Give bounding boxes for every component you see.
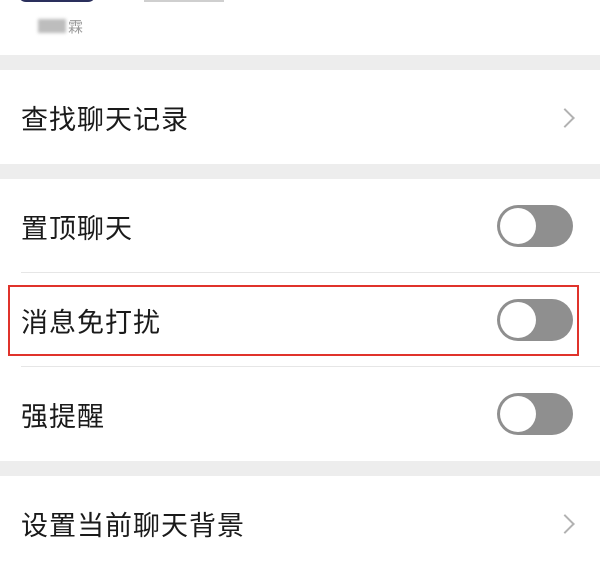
sticky-on-top-label: 置顶聊天 bbox=[21, 213, 133, 245]
member-name: 霖 bbox=[38, 14, 83, 38]
strong-reminder-label: 强提醒 bbox=[21, 401, 105, 433]
member-avatar[interactable] bbox=[18, 0, 96, 2]
sticky-on-top-row: 置顶聊天 bbox=[0, 179, 600, 273]
mute-notifications-toggle[interactable] bbox=[497, 299, 573, 341]
sticky-on-top-toggle[interactable] bbox=[497, 205, 573, 247]
search-group: 查找聊天记录 bbox=[0, 70, 600, 164]
background-group: 设置当前聊天背景 bbox=[0, 476, 600, 570]
toggle-knob bbox=[500, 396, 536, 432]
set-chat-background-label: 设置当前聊天背景 bbox=[21, 510, 245, 542]
toggles-group: 置顶聊天 消息免打扰 强提醒 bbox=[0, 179, 600, 461]
toggle-knob bbox=[500, 302, 536, 338]
toggle-knob bbox=[500, 208, 536, 244]
chevron-right-icon bbox=[555, 514, 575, 534]
mute-notifications-label: 消息免打扰 bbox=[21, 307, 161, 339]
group-members-section: 霖 bbox=[0, 0, 600, 55]
chevron-right-icon bbox=[555, 108, 575, 128]
strong-reminder-toggle[interactable] bbox=[497, 393, 573, 435]
member-name-suffix: 霖 bbox=[68, 17, 84, 36]
mute-notifications-row: 消息免打扰 bbox=[0, 273, 600, 367]
strong-reminder-row: 强提醒 bbox=[0, 367, 600, 461]
redacted-name bbox=[38, 19, 66, 33]
member-avatar-2[interactable] bbox=[144, 0, 224, 2]
search-chat-history-row[interactable]: 查找聊天记录 bbox=[0, 70, 600, 164]
set-chat-background-row[interactable]: 设置当前聊天背景 bbox=[0, 476, 600, 570]
search-chat-history-label: 查找聊天记录 bbox=[21, 104, 189, 136]
